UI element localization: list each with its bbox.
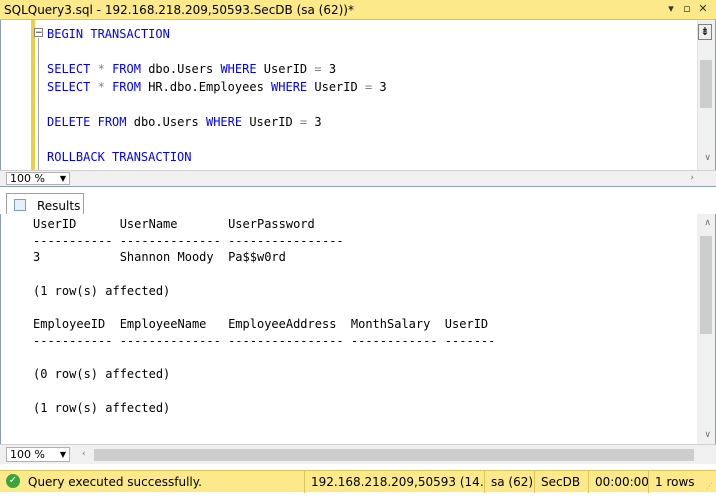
sql-keyword: ROLLBACK TRANSACTION [47,150,192,165]
sql-text: UserID [307,79,365,94]
result-line: (1 row(s) affected) [33,283,171,298]
code-line: ROLLBACK TRANSACTION [47,150,192,164]
sql-keyword: FROM [112,79,141,94]
tab-results-label: Results [37,199,81,213]
check-icon: ✓ [6,474,20,488]
sql-text: HR.dbo.Employees [140,79,272,94]
sql-keyword: WHERE [271,79,308,94]
sql-keyword: FROM [112,62,141,77]
sql-operator: * [97,62,105,77]
restore-icon[interactable]: ▫ [680,2,694,16]
editor-zoom-bar: 100 % ▼ › [0,170,716,186]
outline-line [38,38,39,170]
status-bar: ✓ Query executed successfully. 192.168.2… [0,470,716,493]
sql-keyword: SELECT [47,62,91,77]
result-line: 3 Shannon Moody Pa$$w0rd [33,250,286,265]
sql-operator: = [314,62,322,77]
sql-text: dbo.Users [140,62,221,77]
results-scroll-thumb[interactable] [700,236,712,334]
chevron-down-icon: ▼ [59,174,66,183]
scroll-left-icon[interactable]: ‹ [82,449,86,459]
results-zoom-select[interactable]: 100 % ▼ [6,447,70,462]
code-line: BEGIN TRANSACTION [47,27,170,41]
change-margin [31,20,35,170]
scroll-up-icon[interactable]: ∧ [704,218,711,228]
sql-keyword: FROM [97,115,127,129]
results-tabstrip: Results [0,186,716,217]
results-pane[interactable]: UserID UserName UserPassword ----------- … [0,214,716,444]
result-line: ----------- -------------- -------------… [33,233,344,248]
scroll-down-icon[interactable]: ∨ [704,153,711,163]
document-tab[interactable]: SQLQuery3.sql - 192.168.218.209,50593.Se… [0,0,716,20]
document-tab-title: SQLQuery3.sql - 192.168.218.209,50593.Se… [4,3,354,17]
sql-text: 3 [372,79,387,94]
grid-icon [14,199,26,211]
status-user: sa (62) [484,471,534,493]
editor-zoom-value: 100 % [10,172,45,185]
sql-keyword: WHERE [220,62,257,77]
sql-keyword: BEGIN TRANSACTION [47,27,170,41]
sql-text: 3 [321,62,337,77]
results-horizontal-scroll-thumb[interactable] [94,449,694,461]
result-line: ----------- -------------- -------------… [33,333,496,348]
sql-operator: * [97,79,105,94]
sql-text: UserID [256,62,315,77]
editor-scroll-thumb[interactable] [700,60,712,108]
status-server: 192.168.218.209,50593 (14.0... [304,471,484,493]
split-icon[interactable]: ⇟ [698,24,712,40]
scroll-right-icon[interactable]: › [690,173,694,183]
chevron-down-icon: ▼ [59,450,66,459]
status-elapsed: 00:00:00 [588,471,648,493]
sql-keyword: SELECT [47,79,91,94]
status-database: SecDB [534,471,588,493]
close-icon[interactable]: ✕ [696,2,710,16]
resize-grip-icon[interactable]: ⋰ [706,482,714,490]
status-message: Query executed successfully. [28,475,202,489]
collapse-icon[interactable]: − [34,28,43,38]
sql-text: dbo.Users [126,115,206,129]
code-line: SELECT * FROM dbo.Users WHERE UserID = 3 [47,62,336,76]
sql-keyword: DELETE [47,115,91,129]
results-zoom-value: 100 % [10,448,45,461]
sql-text: UserID [242,115,300,129]
editor-zoom-select[interactable]: 100 % ▼ [6,172,70,185]
result-line: EmployeeID EmployeeName EmployeeAddress … [33,317,489,332]
code-line: DELETE FROM dbo.Users WHERE UserID = 3 [47,115,322,129]
results-zoom-bar: 100 % ▼ ‹ [0,444,716,464]
result-line: UserID UserName UserPassword [33,217,315,231]
code-line: SELECT * FROM HR.dbo.Employees WHERE Use… [47,80,387,94]
status-rows: 1 rows [648,471,704,493]
sql-text: 3 [307,115,322,129]
sql-keyword: WHERE [205,115,243,129]
result-line: (1 row(s) affected) [33,400,171,415]
dropdown-icon[interactable]: ▾ [664,2,678,16]
result-line: (0 row(s) affected) [33,367,171,382]
query-editor[interactable]: − BEGIN TRANSACTION SELECT * FROM dbo.Use… [0,20,716,170]
scroll-down-icon[interactable]: ∨ [704,430,711,440]
